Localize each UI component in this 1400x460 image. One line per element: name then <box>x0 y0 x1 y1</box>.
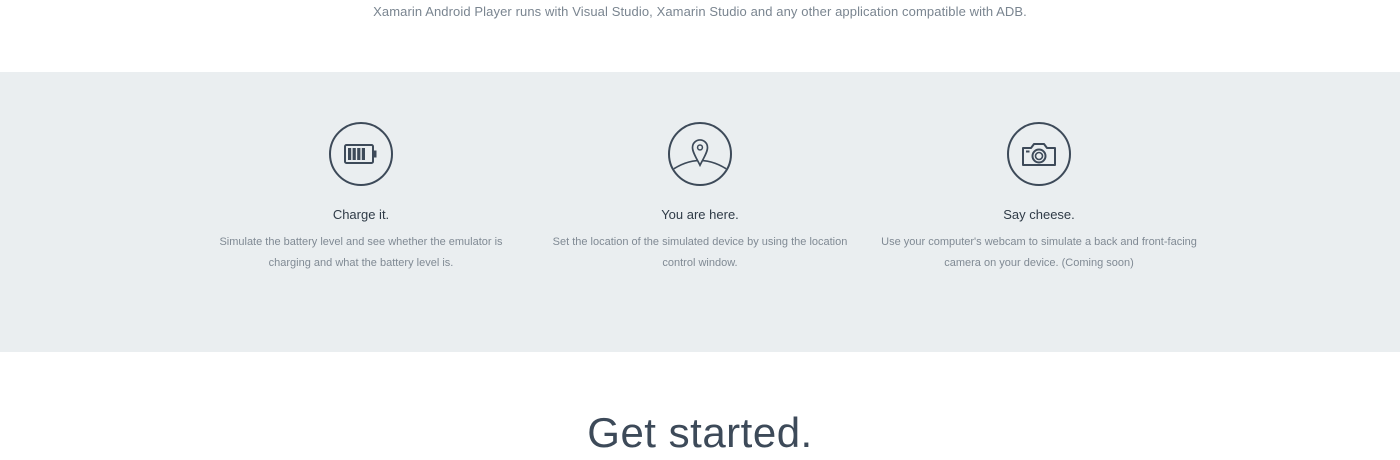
feature-description: Set the location of the simulated device… <box>552 236 848 269</box>
feature-description: Use your computer's webcam to simulate a… <box>881 236 1197 269</box>
feature-title: You are here. <box>661 207 739 222</box>
intro-text: Xamarin Android Player runs with Visual … <box>373 4 1027 19</box>
feature-camera: Say cheese. Use your computer's webcam t… <box>879 122 1199 274</box>
battery-icon <box>329 122 393 186</box>
get-started-heading: Get started. <box>587 409 813 456</box>
feature-title: Charge it. <box>332 207 390 222</box>
feature-charge: Charge it. Simulate the battery level an… <box>201 122 521 274</box>
feature-description: Simulate the battery level and see wheth… <box>219 236 503 269</box>
location-pin-icon <box>668 122 732 186</box>
feature-title: Say cheese. <box>1003 207 1075 222</box>
camera-icon <box>1007 122 1071 186</box>
feature-location: You are here. Set the location of the si… <box>540 122 860 274</box>
features-section: Charge it. Simulate the battery level an… <box>0 72 1400 352</box>
